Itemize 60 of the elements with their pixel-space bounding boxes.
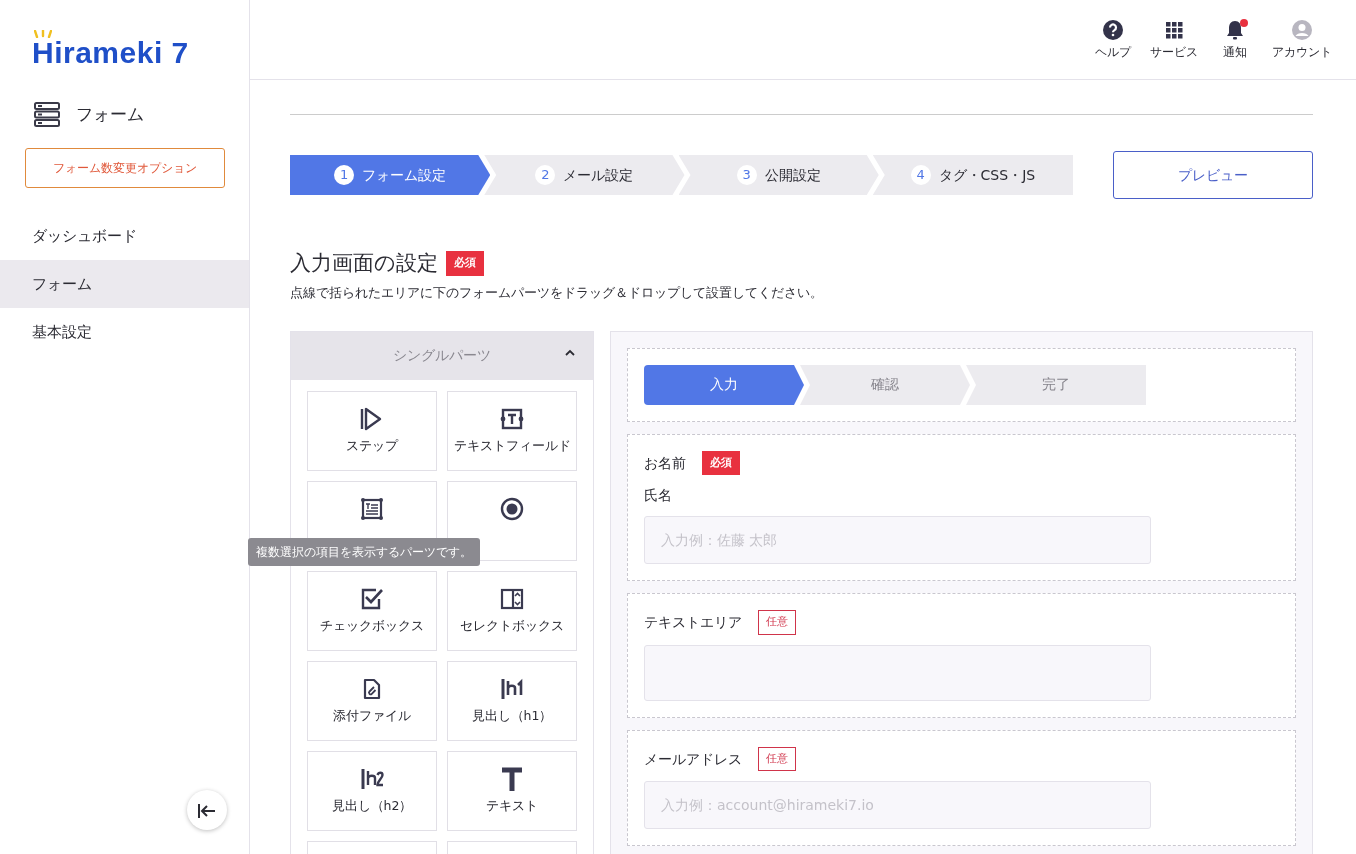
field-label: メールアドレス xyxy=(644,749,742,769)
text-field-icon xyxy=(500,406,524,431)
part-label: テキストフィールド xyxy=(453,436,571,455)
part-label: ステップ xyxy=(346,436,398,455)
account-icon xyxy=(1291,18,1313,41)
help-icon xyxy=(1102,18,1124,41)
option-button[interactable]: フォーム数変更オプション xyxy=(25,147,225,188)
part-tile[interactable]: 見出し（h2） xyxy=(307,750,437,831)
part-tile[interactable]: テキストフィールド xyxy=(447,390,577,471)
field-sublabel: 氏名 xyxy=(644,486,673,506)
header-action[interactable]: サービス xyxy=(1150,18,1198,61)
bell-icon xyxy=(1224,18,1246,41)
sidebar-item[interactable]: フォーム xyxy=(0,259,249,308)
part-tile[interactable] xyxy=(447,480,577,561)
part-label: セレクトボックス xyxy=(460,616,564,635)
heading-icon xyxy=(500,676,524,701)
part-label: 見出し（h2） xyxy=(331,796,413,815)
logo-text: Hirameki 7 xyxy=(32,36,189,70)
part-label: 見出し（h1） xyxy=(471,706,553,725)
sparkle-icon xyxy=(34,30,52,38)
part-tile[interactable]: セレクトボックス xyxy=(447,570,577,651)
sidebar-item[interactable]: 基本設定 xyxy=(0,307,249,356)
header-action[interactable]: 通知 xyxy=(1214,18,1256,61)
part-tile[interactable]: チェックボックス xyxy=(307,570,437,651)
sidebar-item[interactable]: ダッシュボード xyxy=(0,211,249,260)
part-tile[interactable]: 見出し（h1） xyxy=(447,660,577,741)
part-label: チェックボックス xyxy=(320,616,424,635)
header-action[interactable]: ヘルプ xyxy=(1092,18,1134,61)
optional-tag: 任意 xyxy=(758,610,796,635)
part-tile[interactable]: ステップ xyxy=(307,390,437,471)
heading-icon xyxy=(360,766,384,791)
optional-tag: 任意 xyxy=(758,746,796,772)
text-icon xyxy=(500,766,524,791)
preview-button[interactable]: プレビュー xyxy=(1113,151,1313,199)
wizard-step[interactable]: 1 フォーム設定 xyxy=(290,155,491,195)
section-title: フォーム xyxy=(76,103,144,126)
part-label: テキスト xyxy=(486,796,538,815)
collapse-button[interactable] xyxy=(187,790,227,830)
field-label: お名前 xyxy=(644,453,686,473)
select-icon xyxy=(500,586,524,611)
checkbox-icon xyxy=(360,586,384,611)
field-label: テキストエリア xyxy=(644,613,742,633)
header-action[interactable]: アカウント xyxy=(1272,18,1332,61)
instruction-text: 点線で括られたエリアに下のフォームパーツをドラッグ＆ドロップして設置してください。 xyxy=(290,284,824,303)
radio-icon xyxy=(500,496,524,521)
part-tile[interactable]: 添付ファイル xyxy=(307,660,437,741)
part-label: 添付ファイル xyxy=(333,706,411,725)
part-tile[interactable]: テキスト xyxy=(447,750,577,831)
play-icon xyxy=(360,406,384,431)
required-tag: 必須 xyxy=(702,450,740,476)
text-area-icon xyxy=(360,496,384,521)
tooltip: 複数選択の項目を表示するパーツです。 xyxy=(248,538,480,566)
section-heading: 入力画面の設定 xyxy=(290,251,438,277)
server-icon xyxy=(34,102,60,128)
required-tag: 必須 xyxy=(446,251,484,276)
wizard-step[interactable]: 4 タグ・CSS・JS xyxy=(872,155,1073,195)
wizard-step[interactable]: 2 メール設定 xyxy=(484,155,685,195)
form-step[interactable]: 入力 xyxy=(644,364,804,405)
collapse-icon xyxy=(197,802,217,819)
wizard-step[interactable]: 3 公開設定 xyxy=(678,155,879,195)
